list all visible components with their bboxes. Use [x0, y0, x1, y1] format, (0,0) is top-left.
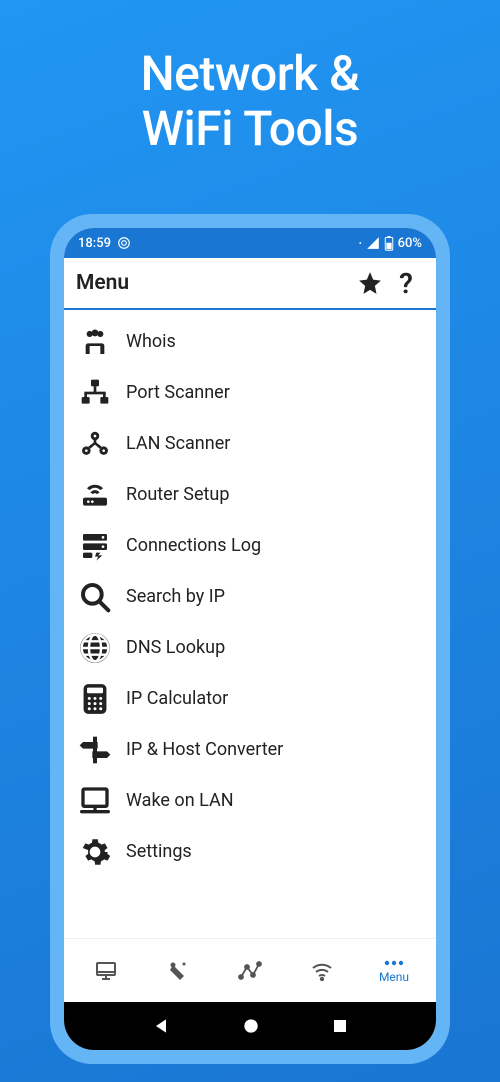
nav-item-trace[interactable] — [214, 939, 286, 1002]
ping-icon — [166, 959, 190, 983]
dot-icon: • — [359, 239, 362, 248]
bottom-nav: Menu — [64, 938, 436, 1002]
network-nodes-icon — [79, 428, 111, 460]
menu-item-wake-on-lan[interactable]: Wake on LAN — [64, 775, 436, 826]
menu-label: IP & Host Converter — [126, 739, 283, 760]
back-button[interactable] — [151, 1016, 171, 1036]
menu-label: Search by IP — [126, 586, 225, 607]
dots-icon — [382, 958, 406, 968]
statusbar-time: 18:59 — [78, 236, 111, 251]
users-icon — [79, 326, 111, 358]
nav-item-monitor[interactable] — [70, 939, 142, 1002]
device-frame: 18:59 • 60% Menu — [50, 214, 450, 1064]
globe-icon — [79, 632, 111, 664]
menu-list: Whois Port Scanner LAN Scanner Router Se… — [64, 310, 436, 938]
menu-label: Connections Log — [126, 535, 261, 556]
menu-label: Port Scanner — [126, 382, 230, 403]
monitor-icon — [79, 785, 111, 817]
question-icon: ? — [399, 267, 413, 300]
dnd-icon — [117, 236, 131, 250]
hero-line1: Network & — [141, 45, 360, 102]
menu-item-ip-calculator[interactable]: IP Calculator — [64, 673, 436, 724]
menu-label: IP Calculator — [126, 688, 228, 709]
android-statusbar: 18:59 • 60% — [64, 228, 436, 258]
menu-item-whois[interactable]: Whois — [64, 316, 436, 367]
android-nav-bar — [64, 1002, 436, 1050]
recents-button[interactable] — [331, 1017, 349, 1035]
menu-label: Wake on LAN — [126, 790, 234, 811]
menu-item-settings[interactable]: Settings — [64, 826, 436, 877]
nav-item-menu[interactable]: Menu — [358, 939, 430, 1002]
menu-item-lan-scanner[interactable]: LAN Scanner — [64, 418, 436, 469]
menu-label: LAN Scanner — [126, 433, 230, 454]
appbar-title: Menu — [76, 271, 129, 295]
menu-label: DNS Lookup — [126, 637, 225, 658]
signpost-icon — [79, 734, 111, 766]
wifi-icon — [309, 959, 335, 983]
search-icon — [79, 581, 111, 613]
menu-item-port-scanner[interactable]: Port Scanner — [64, 367, 436, 418]
monitor-small-icon — [94, 959, 118, 983]
menu-label: Settings — [126, 841, 192, 862]
gear-icon — [79, 836, 111, 868]
appbar: Menu ? — [64, 258, 436, 310]
router-icon — [79, 479, 111, 511]
servers-icon — [79, 530, 111, 562]
nav-label-menu: Menu — [379, 970, 409, 984]
trace-icon — [237, 959, 263, 983]
nav-item-ping[interactable] — [142, 939, 214, 1002]
battery-icon — [384, 236, 394, 251]
signal-icon — [366, 236, 380, 250]
menu-item-dns-lookup[interactable]: DNS Lookup — [64, 622, 436, 673]
statusbar-right: • 60% — [359, 236, 422, 251]
favorites-button[interactable] — [352, 265, 388, 301]
menu-item-search-by-ip[interactable]: Search by IP — [64, 571, 436, 622]
device-screen: 18:59 • 60% Menu — [64, 228, 436, 1050]
nav-item-wifi[interactable] — [286, 939, 358, 1002]
sitemap-icon — [79, 377, 111, 409]
menu-item-ip-host-converter[interactable]: IP & Host Converter — [64, 724, 436, 775]
hero-line2: WiFi Tools — [142, 100, 358, 157]
hero-title: Network & WiFi Tools — [0, 0, 500, 156]
help-button[interactable]: ? — [388, 265, 424, 301]
statusbar-left: 18:59 — [78, 236, 131, 251]
home-button[interactable] — [241, 1016, 261, 1036]
menu-label: Router Setup — [126, 484, 229, 505]
statusbar-battery: 60% — [398, 236, 422, 251]
star-icon — [357, 270, 383, 296]
calculator-icon — [80, 683, 110, 715]
menu-label: Whois — [126, 331, 176, 352]
menu-item-router-setup[interactable]: Router Setup — [64, 469, 436, 520]
menu-item-connections-log[interactable]: Connections Log — [64, 520, 436, 571]
